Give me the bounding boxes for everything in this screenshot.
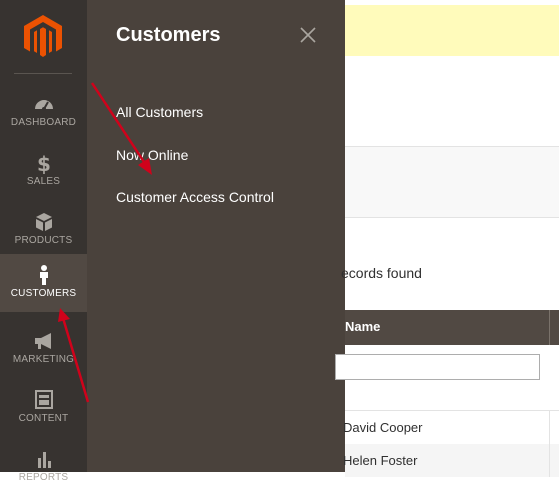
dollar-icon: $ [36, 152, 50, 174]
nav-label-reports: REPORTS [18, 472, 69, 483]
dashboard-icon [34, 100, 53, 111]
submenu-link-all-customers[interactable]: All Customers [116, 104, 203, 120]
nav-label-marketing: MARKETING [12, 354, 75, 365]
submenu-title: Customers [116, 24, 221, 46]
nav-item-marketing[interactable]: MARKETING [0, 320, 87, 378]
magento-logo-icon [24, 15, 62, 57]
divider [345, 217, 559, 218]
nav-item-products[interactable]: PRODUCTS [0, 201, 87, 259]
megaphone-icon [34, 333, 51, 349]
nav-label-dashboard: DASHBOARD [10, 117, 77, 128]
nav-item-customers[interactable]: CUSTOMERS [0, 254, 87, 312]
close-icon[interactable] [299, 26, 317, 44]
customer-name-cell: David Cooper [343, 420, 423, 435]
grid-toolbar-panel [345, 147, 559, 217]
bar-chart-icon [37, 452, 51, 468]
system-notice-bar [345, 5, 559, 56]
nav-item-dashboard[interactable]: DASHBOARD [0, 83, 87, 141]
nav-label-sales: SALES [26, 176, 61, 187]
magento-logo[interactable] [0, 0, 87, 72]
nav-item-reports[interactable]: REPORTS [0, 438, 87, 496]
column-separator [549, 310, 550, 345]
svg-text:$: $ [36, 152, 50, 174]
nav-item-content[interactable]: CONTENT [0, 379, 87, 437]
grid-header: Name [345, 310, 559, 345]
box-icon [35, 213, 52, 231]
grid-filter-row [335, 345, 559, 409]
customers-submenu: Customers All Customers Now Online Custo… [87, 0, 345, 472]
name-filter-input[interactable] [335, 354, 540, 380]
table-row[interactable]: Helen Foster [343, 444, 559, 477]
column-separator [549, 444, 550, 477]
logo-divider [14, 73, 72, 74]
page-content: ecords found Name David Cooper Helen Fos… [335, 0, 559, 477]
table-row[interactable]: David Cooper [343, 410, 559, 444]
column-separator [549, 411, 550, 444]
records-found-text: ecords found [341, 265, 422, 281]
column-header-name[interactable]: Name [345, 319, 380, 334]
admin-sidebar: DASHBOARD $ SALES PRODUCTS CUSTOMERS MAR… [0, 0, 87, 483]
nav-label-products: PRODUCTS [14, 235, 73, 246]
submenu-link-customer-access-control[interactable]: Customer Access Control [116, 189, 274, 205]
layout-icon [34, 390, 53, 409]
person-icon [39, 265, 48, 285]
submenu-link-now-online[interactable]: Now Online [116, 147, 188, 163]
nav-label-customers: CUSTOMERS [10, 288, 77, 299]
customer-name-cell: Helen Foster [343, 453, 418, 468]
nav-item-sales[interactable]: $ SALES [0, 142, 87, 200]
nav-label-content: CONTENT [18, 413, 69, 424]
